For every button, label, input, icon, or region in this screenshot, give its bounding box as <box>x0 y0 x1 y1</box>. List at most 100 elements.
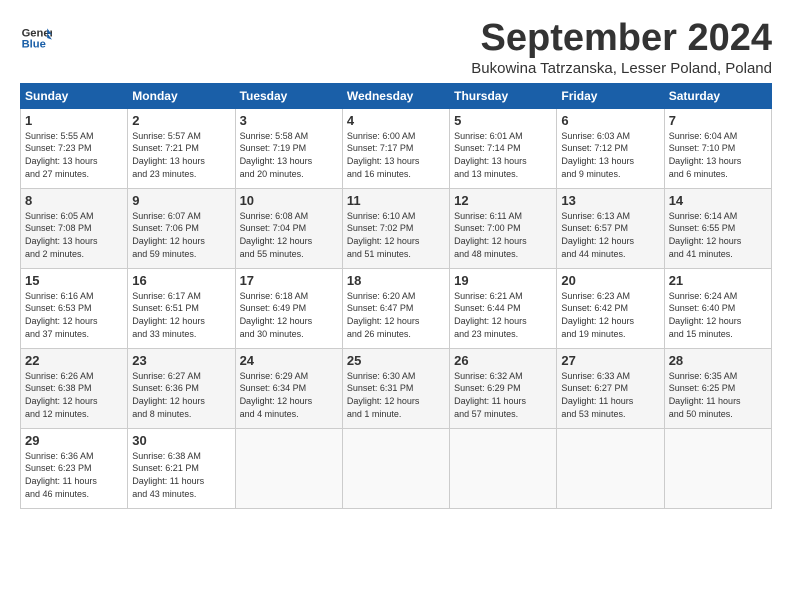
calendar-cell: 23 Sunrise: 6:27 AMSunset: 6:36 PMDayligh… <box>128 348 235 428</box>
page: General Blue September 2024 Bukowina Tat… <box>0 0 792 612</box>
logo-icon: General Blue <box>20 22 52 54</box>
calendar-cell: 5 Sunrise: 6:01 AMSunset: 7:14 PMDaylight… <box>450 108 557 188</box>
day-number: 24 <box>240 353 338 368</box>
col-header-friday: Friday <box>557 83 664 108</box>
calendar-cell <box>235 428 342 508</box>
calendar-cell: 15 Sunrise: 6:16 AMSunset: 6:53 PMDayligh… <box>21 268 128 348</box>
day-number: 13 <box>561 193 659 208</box>
day-number: 27 <box>561 353 659 368</box>
day-number: 19 <box>454 273 552 288</box>
col-header-sunday: Sunday <box>21 83 128 108</box>
day-info: Sunrise: 6:16 AMSunset: 6:53 PMDaylight:… <box>25 290 123 340</box>
day-info: Sunrise: 6:18 AMSunset: 6:49 PMDaylight:… <box>240 290 338 340</box>
calendar-cell: 3 Sunrise: 5:58 AMSunset: 7:19 PMDaylight… <box>235 108 342 188</box>
calendar-cell: 27 Sunrise: 6:33 AMSunset: 6:27 PMDayligh… <box>557 348 664 428</box>
day-number: 14 <box>669 193 767 208</box>
day-number: 30 <box>132 433 230 448</box>
day-info: Sunrise: 6:29 AMSunset: 6:34 PMDaylight:… <box>240 370 338 420</box>
calendar-cell: 9 Sunrise: 6:07 AMSunset: 7:06 PMDaylight… <box>128 188 235 268</box>
calendar-cell: 10Sunrise: 6:08 AMSunset: 7:04 PMDayligh… <box>235 188 342 268</box>
day-number: 15 <box>25 273 123 288</box>
day-number: 5 <box>454 113 552 128</box>
calendar-cell <box>342 428 449 508</box>
day-info: Sunrise: 6:30 AMSunset: 6:31 PMDaylight:… <box>347 370 445 420</box>
calendar-cell: 1 Sunrise: 5:55 AMSunset: 7:23 PMDaylight… <box>21 108 128 188</box>
day-number: 20 <box>561 273 659 288</box>
calendar-cell: 4 Sunrise: 6:00 AMSunset: 7:17 PMDaylight… <box>342 108 449 188</box>
day-number: 17 <box>240 273 338 288</box>
day-number: 12 <box>454 193 552 208</box>
header: General Blue September 2024 Bukowina Tat… <box>20 18 772 77</box>
calendar-cell: 25 Sunrise: 6:30 AMSunset: 6:31 PMDayligh… <box>342 348 449 428</box>
day-info: Sunrise: 5:58 AMSunset: 7:19 PMDaylight:… <box>240 130 338 180</box>
day-info: Sunrise: 5:55 AMSunset: 7:23 PMDaylight:… <box>25 130 123 180</box>
day-info: Sunrise: 6:01 AMSunset: 7:14 PMDaylight:… <box>454 130 552 180</box>
day-info: Sunrise: 6:04 AMSunset: 7:10 PMDaylight:… <box>669 130 767 180</box>
day-number: 6 <box>561 113 659 128</box>
calendar-cell: 13Sunrise: 6:13 AMSunset: 6:57 PMDayligh… <box>557 188 664 268</box>
day-number: 3 <box>240 113 338 128</box>
day-info: Sunrise: 6:07 AMSunset: 7:06 PMDaylight:… <box>132 210 230 260</box>
calendar-header-row: SundayMondayTuesdayWednesdayThursdayFrid… <box>21 83 772 108</box>
day-info: Sunrise: 6:17 AMSunset: 6:51 PMDaylight:… <box>132 290 230 340</box>
calendar-cell: 30 Sunrise: 6:38 AMSunset: 6:21 PMDayligh… <box>128 428 235 508</box>
col-header-monday: Monday <box>128 83 235 108</box>
calendar-cell: 19 Sunrise: 6:21 AMSunset: 6:44 PMDayligh… <box>450 268 557 348</box>
day-info: Sunrise: 6:03 AMSunset: 7:12 PMDaylight:… <box>561 130 659 180</box>
calendar-week-row: 22 Sunrise: 6:26 AMSunset: 6:38 PMDayligh… <box>21 348 772 428</box>
day-info: Sunrise: 6:27 AMSunset: 6:36 PMDaylight:… <box>132 370 230 420</box>
day-info: Sunrise: 6:38 AMSunset: 6:21 PMDaylight:… <box>132 450 230 500</box>
day-info: Sunrise: 6:20 AMSunset: 6:47 PMDaylight:… <box>347 290 445 340</box>
day-info: Sunrise: 6:35 AMSunset: 6:25 PMDaylight:… <box>669 370 767 420</box>
calendar-cell: 20 Sunrise: 6:23 AMSunset: 6:42 PMDayligh… <box>557 268 664 348</box>
day-number: 1 <box>25 113 123 128</box>
day-info: Sunrise: 6:10 AMSunset: 7:02 PMDaylight:… <box>347 210 445 260</box>
calendar-cell: 7Sunrise: 6:04 AMSunset: 7:10 PMDaylight… <box>664 108 771 188</box>
day-number: 8 <box>25 193 123 208</box>
subtitle: Bukowina Tatrzanska, Lesser Poland, Pola… <box>471 60 772 77</box>
day-number: 2 <box>132 113 230 128</box>
calendar-table: SundayMondayTuesdayWednesdayThursdayFrid… <box>20 83 772 509</box>
day-info: Sunrise: 6:26 AMSunset: 6:38 PMDaylight:… <box>25 370 123 420</box>
month-title: September 2024 <box>471 18 772 60</box>
calendar-cell: 6 Sunrise: 6:03 AMSunset: 7:12 PMDaylight… <box>557 108 664 188</box>
day-info: Sunrise: 6:33 AMSunset: 6:27 PMDaylight:… <box>561 370 659 420</box>
day-info: Sunrise: 5:57 AMSunset: 7:21 PMDaylight:… <box>132 130 230 180</box>
calendar-week-row: 15 Sunrise: 6:16 AMSunset: 6:53 PMDayligh… <box>21 268 772 348</box>
calendar-cell: 11 Sunrise: 6:10 AMSunset: 7:02 PMDayligh… <box>342 188 449 268</box>
col-header-tuesday: Tuesday <box>235 83 342 108</box>
day-info: Sunrise: 6:14 AMSunset: 6:55 PMDaylight:… <box>669 210 767 260</box>
col-header-saturday: Saturday <box>664 83 771 108</box>
day-number: 22 <box>25 353 123 368</box>
day-info: Sunrise: 6:24 AMSunset: 6:40 PMDaylight:… <box>669 290 767 340</box>
day-number: 10 <box>240 193 338 208</box>
calendar-cell <box>664 428 771 508</box>
day-number: 25 <box>347 353 445 368</box>
col-header-thursday: Thursday <box>450 83 557 108</box>
day-number: 18 <box>347 273 445 288</box>
day-number: 9 <box>132 193 230 208</box>
calendar-cell: 26Sunrise: 6:32 AMSunset: 6:29 PMDayligh… <box>450 348 557 428</box>
day-number: 23 <box>132 353 230 368</box>
svg-text:Blue: Blue <box>22 39 46 51</box>
calendar-cell: 21Sunrise: 6:24 AMSunset: 6:40 PMDayligh… <box>664 268 771 348</box>
calendar-week-row: 8 Sunrise: 6:05 AMSunset: 7:08 PMDaylight… <box>21 188 772 268</box>
calendar-cell: 17 Sunrise: 6:18 AMSunset: 6:49 PMDayligh… <box>235 268 342 348</box>
day-number: 4 <box>347 113 445 128</box>
day-info: Sunrise: 6:23 AMSunset: 6:42 PMDaylight:… <box>561 290 659 340</box>
title-block: September 2024 Bukowina Tatrzanska, Less… <box>471 18 772 77</box>
calendar-cell: 29 Sunrise: 6:36 AMSunset: 6:23 PMDayligh… <box>21 428 128 508</box>
day-info: Sunrise: 6:21 AMSunset: 6:44 PMDaylight:… <box>454 290 552 340</box>
day-info: Sunrise: 6:36 AMSunset: 6:23 PMDaylight:… <box>25 450 123 500</box>
day-number: 11 <box>347 193 445 208</box>
calendar-week-row: 1 Sunrise: 5:55 AMSunset: 7:23 PMDaylight… <box>21 108 772 188</box>
day-number: 16 <box>132 273 230 288</box>
day-number: 28 <box>669 353 767 368</box>
day-info: Sunrise: 6:00 AMSunset: 7:17 PMDaylight:… <box>347 130 445 180</box>
calendar-cell: 2 Sunrise: 5:57 AMSunset: 7:21 PMDaylight… <box>128 108 235 188</box>
calendar-cell: 8 Sunrise: 6:05 AMSunset: 7:08 PMDaylight… <box>21 188 128 268</box>
day-info: Sunrise: 6:05 AMSunset: 7:08 PMDaylight:… <box>25 210 123 260</box>
day-number: 29 <box>25 433 123 448</box>
day-number: 26 <box>454 353 552 368</box>
calendar-cell: 14 Sunrise: 6:14 AMSunset: 6:55 PMDayligh… <box>664 188 771 268</box>
